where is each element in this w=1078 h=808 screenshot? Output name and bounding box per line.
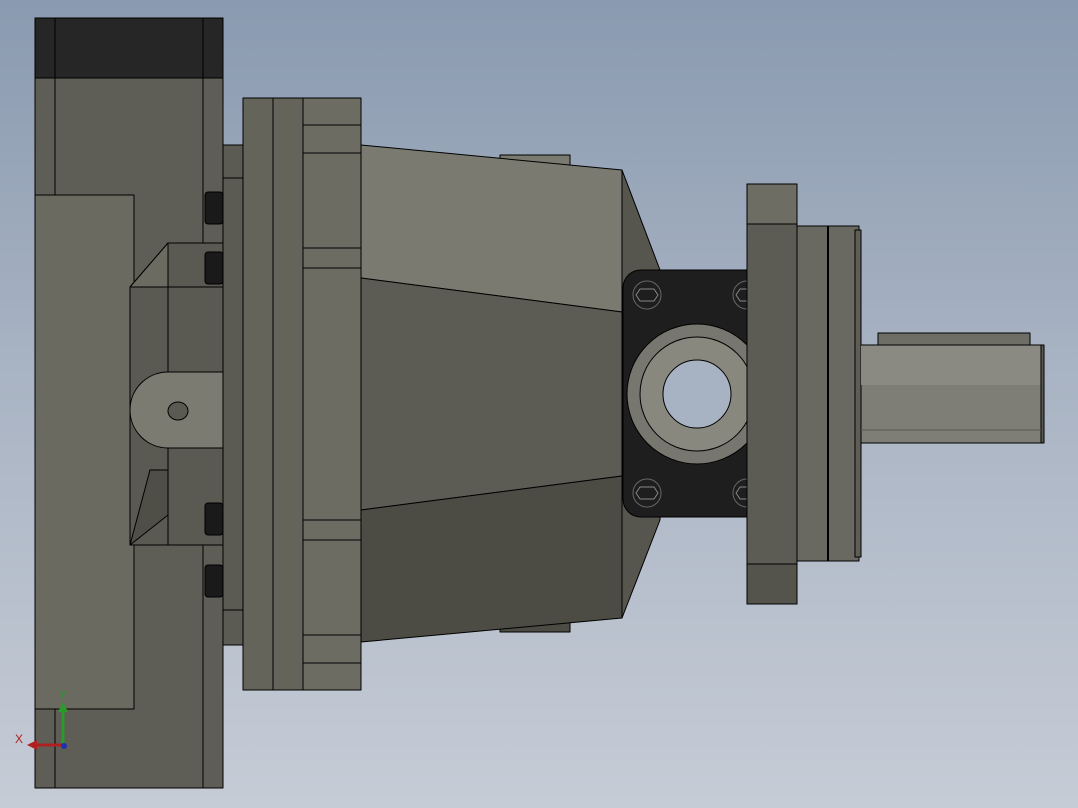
output-shaft — [860, 332, 1045, 444]
axis-x-label: X — [15, 732, 24, 746]
pump-3d-model[interactable] — [0, 0, 1078, 808]
mounting-flange — [242, 97, 362, 691]
shaft-end-flange — [746, 183, 862, 605]
tapered-housing — [360, 144, 661, 643]
axis-y-label: Y — [59, 688, 68, 702]
graphics-viewport[interactable]: Y X — [0, 0, 1078, 808]
shaft-key — [877, 332, 1031, 346]
port-bore-icon — [662, 359, 732, 429]
pivot-hole-icon — [167, 401, 189, 421]
spacer-ring — [222, 144, 244, 646]
